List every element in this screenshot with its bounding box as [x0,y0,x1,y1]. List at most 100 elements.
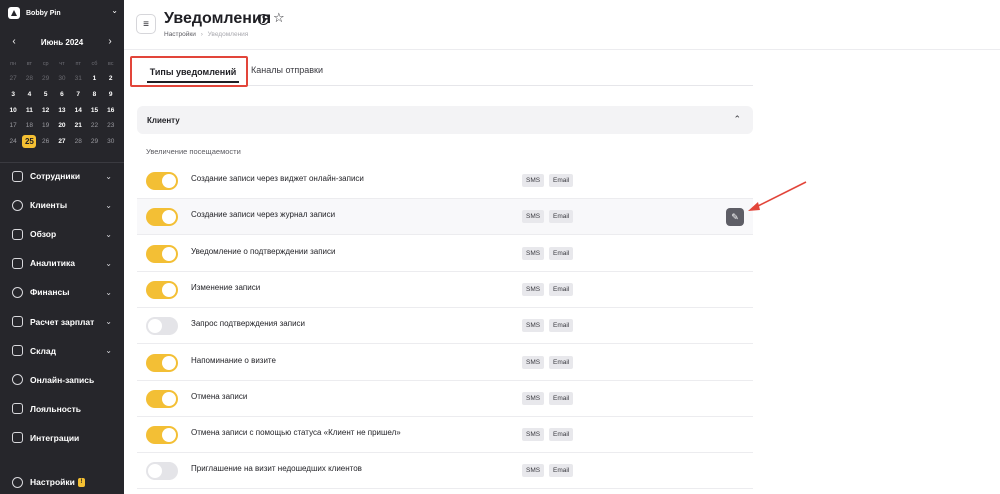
page-header: ≡ Уведомления i ☆ Настройки › Уведомлени… [124,0,1000,50]
channel-chip-sms: SMS [522,282,545,296]
org-switcher[interactable]: Bobby Pin ⌄ [8,6,120,20]
calendar-day[interactable]: 18 [21,120,37,132]
tab-send-channels[interactable]: Каналы отправки [251,58,323,82]
notification-row: Создание записи через журнал записи SMS Em… [137,199,753,236]
calendar-day[interactable]: 17 [5,120,21,132]
notification-toggle[interactable] [146,244,178,263]
gear-icon [12,476,23,488]
calendar-header: ‹ Июнь 2024 › [8,36,116,48]
calendar-day[interactable]: 21 [70,120,86,132]
calendar-day[interactable]: 23 [103,120,119,132]
notification-label: Напоминание о визите [191,355,276,365]
calendar-day[interactable]: 7 [70,89,86,101]
calendar-day[interactable]: 15 [86,105,102,117]
notification-row: Отмена записи с помощью статуса «Клиент … [137,417,753,454]
calendar-day[interactable]: 28 [70,136,86,148]
menu-toggle-button[interactable]: ≡ [136,14,156,34]
app-root: Bobby Pin ⌄ ‹ Июнь 2024 › пн вт ср чт пт сб вс… [0,0,1000,494]
star-icon[interactable]: ☆ [273,11,285,25]
calendar-day-today[interactable]: 25 [21,134,37,149]
calendar-day-number: 15 [90,106,99,114]
calendar-day[interactable]: 19 [38,120,54,132]
calendar-day[interactable]: 4 [21,89,37,101]
sidebar-item-label: Клиенты [30,200,68,211]
channel-chip-email: Email [549,428,574,442]
calendar-day[interactable]: 20 [54,120,70,132]
sidebar-item-analytics[interactable]: Аналитика ⌄ [0,253,124,273]
calendar-weekday: пн [10,60,17,67]
calendar-day[interactable]: 8 [86,89,102,101]
calendar-week-row: 3 4 5 6 7 8 9 [5,87,119,103]
notification-toggle[interactable] [146,317,178,336]
sidebar-item-overview[interactable]: Обзор ⌄ [0,224,124,244]
hamburger-icon: ≡ [143,18,149,30]
calendar-day[interactable]: 24 [5,136,21,148]
chevron-down-icon: ⌄ [105,200,112,210]
notification-toggle[interactable] [146,208,178,227]
calendar-day[interactable]: 11 [21,105,37,117]
sidebar-item-finance[interactable]: Финансы ⌄ [0,282,124,302]
calendar-day[interactable]: 9 [103,89,119,101]
notification-row: Отмена записи SMS Email [137,381,753,417]
notification-toggle[interactable] [146,353,178,372]
channel-chip-email: Email [549,319,574,333]
notification-toggle[interactable] [146,172,178,190]
sidebar-item-label: Обзор [30,229,57,240]
calendar-day[interactable]: 14 [70,105,86,117]
notification-label: Приглашение на визит недошедших клиентов [191,464,362,474]
calendar-next-button[interactable]: › [104,37,116,47]
calendar-day[interactable]: 6 [54,89,70,101]
calendar-prev-button[interactable]: ‹ [8,37,20,47]
calendar-day[interactable]: 30 [103,136,119,148]
calendar-day-number: 25 [22,134,37,148]
notification-toggle[interactable] [146,426,178,445]
calendar-day[interactable]: 1 [86,73,102,85]
sidebar-item-clients[interactable]: Клиенты ⌄ [0,195,124,215]
calendar-day[interactable]: 30 [54,73,70,85]
calendar-day[interactable]: 29 [38,73,54,85]
calendar-day[interactable]: 12 [38,105,54,117]
section-header-client[interactable]: Клиенту ⌃ [137,106,753,134]
sidebar-item-warehouse[interactable]: Склад ⌄ [0,341,124,361]
calendar-day[interactable]: 28 [21,73,37,85]
breadcrumb: Настройки › Уведомления [164,31,248,38]
sidebar-item-payroll[interactable]: Расчет зарплат ⌄ [0,312,124,332]
calendar-day-number: 28 [74,137,82,145]
sidebar-item-online-booking[interactable]: Онлайн-запись [0,370,124,390]
calendar-day[interactable]: 2 [103,73,119,85]
sidebar-item-label: Сотрудники [30,171,81,181]
online-booking-icon [12,374,23,386]
calendar-day[interactable]: 27 [54,136,70,148]
calendar-day-number: 4 [27,90,32,98]
breadcrumb-separator: › [200,31,203,38]
info-icon[interactable]: i [258,14,269,25]
calendar-day[interactable]: 29 [86,136,102,148]
calendar-day[interactable]: 27 [5,73,21,85]
calendar-day-number: 30 [58,75,66,83]
calendar-month-label: Июнь 2024 [40,37,84,47]
sidebar-item-integrations[interactable]: Интеграции [0,428,124,448]
sidebar-item-employees[interactable]: Сотрудники ⌄ [0,166,124,186]
calendar-day-number: 12 [42,106,50,114]
notification-toggle[interactable] [146,280,178,299]
notification-toggle[interactable] [146,389,178,408]
calendar-day[interactable]: 13 [54,105,70,117]
breadcrumb-parent[interactable]: Настройки [164,31,196,38]
sidebar-item-loyalty[interactable]: Лояльность [0,399,124,419]
notification-toggle[interactable] [146,462,178,481]
calendar-day-number: 19 [42,122,50,130]
calendar-day[interactable]: 3 [5,89,21,101]
calendar-grid: пн вт ср чт пт сб вс 27 28 29 30 31 1 2 3 4 5 6 7 8 9 10 11 12 1… [5,56,119,150]
finance-icon [12,286,23,298]
channel-chip-sms: SMS [522,174,545,187]
chevron-down-icon: ⌄ [111,6,118,15]
calendar-day[interactable]: 5 [38,89,54,101]
sidebar-item-settings[interactable]: Настройки ! [0,472,124,492]
channel-chip-sms: SMS [522,319,545,333]
calendar-day[interactable]: 26 [38,136,54,148]
calendar-day[interactable]: 10 [5,105,21,117]
calendar-day[interactable]: 31 [70,73,86,85]
calendar-day-number: 29 [90,137,99,145]
calendar-day[interactable]: 22 [86,120,102,132]
calendar-day[interactable]: 16 [103,105,119,117]
